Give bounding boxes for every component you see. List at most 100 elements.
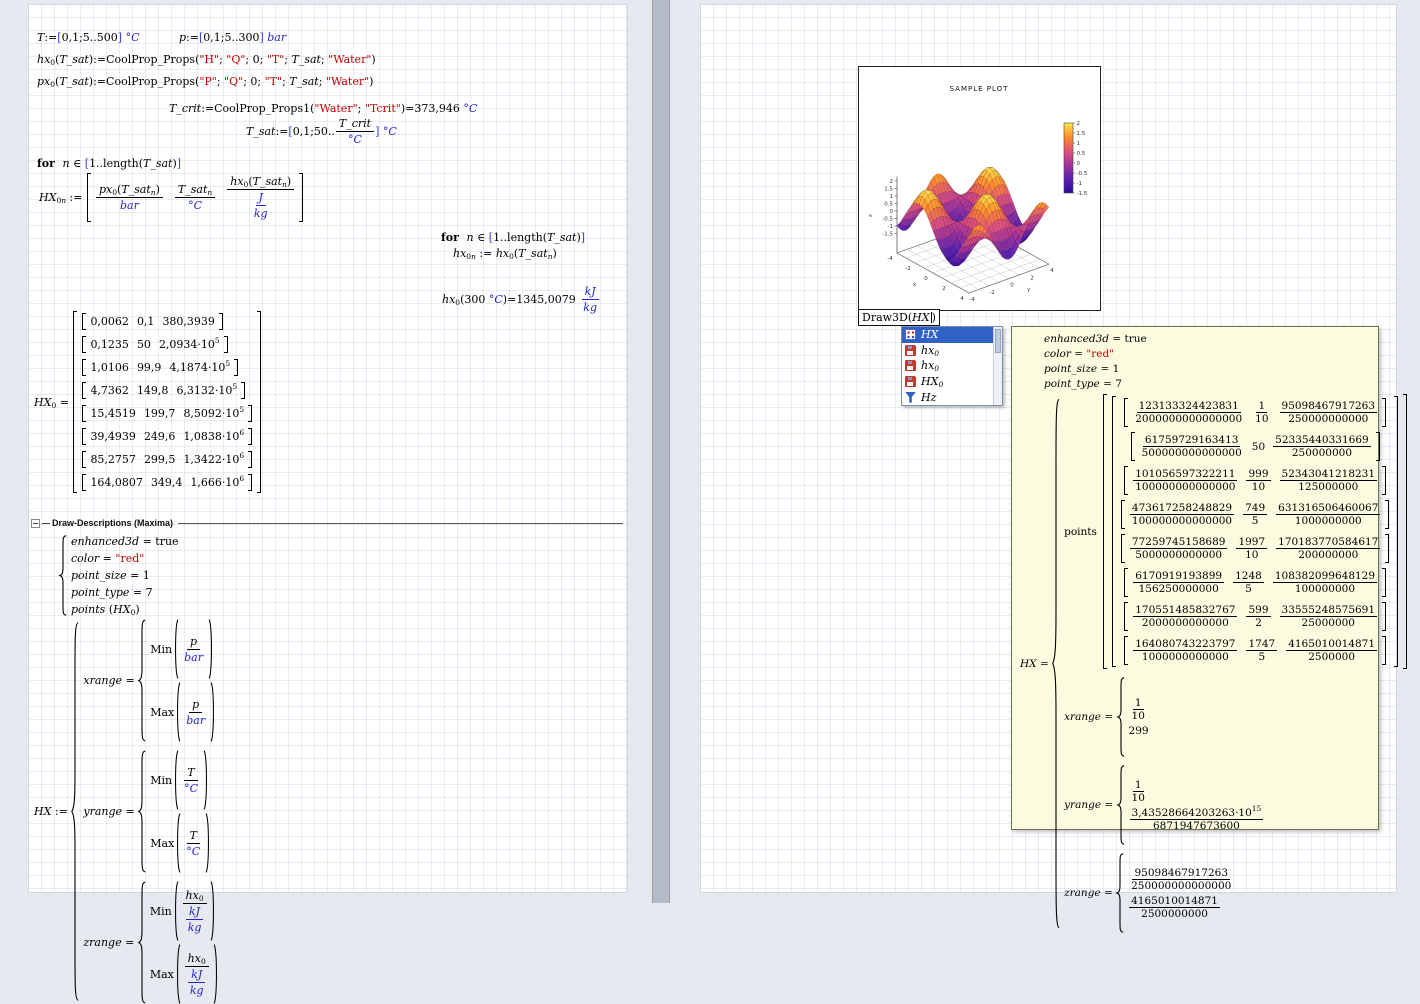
math-token: CoolProp_Props1 bbox=[214, 102, 310, 115]
collapse-toggle-icon[interactable] bbox=[31, 519, 40, 528]
expr-p-range-definition[interactable]: p:=[0,1;5..300] bar bbox=[179, 31, 286, 44]
math-token: kg bbox=[583, 301, 597, 314]
math-token: ) bbox=[369, 75, 373, 88]
math-token: hx bbox=[496, 247, 509, 260]
math-token: 2 bbox=[1255, 617, 1262, 629]
expr-for-loop-1[interactable]: for n ∈ [1..length(T_sat)] bbox=[37, 157, 181, 170]
math-token: 0,1;5..500 bbox=[62, 31, 118, 44]
math-token: °C bbox=[186, 845, 200, 858]
math-token: kg bbox=[190, 984, 204, 997]
math-token: 101056597322211 bbox=[1135, 468, 1235, 480]
expr-T-range-definition[interactable]: T:=[0,1;5..500] °C bbox=[37, 31, 139, 44]
autocomplete-item-HX0[interactable]: HX0 bbox=[902, 374, 993, 390]
math-fraction: 12485 bbox=[1233, 570, 1264, 595]
math-token: 10 bbox=[1252, 481, 1265, 493]
scrollbar-thumb[interactable] bbox=[995, 329, 1001, 353]
math-fraction: kJkg bbox=[185, 905, 205, 934]
right-page[interactable]: SAMPLE PLOT21.510.50-0.5-1-1.5z-4-2024x-… bbox=[700, 4, 1397, 893]
math-token: CoolProp_Props bbox=[106, 75, 195, 88]
math-token: 249,6 bbox=[144, 430, 176, 443]
math-token: ∈ bbox=[474, 231, 489, 244]
expr-hx0-function-def[interactable]: hx0(T_sat):=CoolProp_Props("H"; "Q"; 0; … bbox=[37, 53, 376, 66]
expr-hx0-300C-result[interactable]: hx0(300 °C)=1345,0079 kJkg bbox=[442, 285, 601, 314]
expr-hxn-definition[interactable]: hx0n := hx0(T_satn) bbox=[453, 247, 557, 260]
math-fraction: 110 bbox=[1130, 697, 1147, 722]
math-token: hx bbox=[442, 293, 455, 306]
svg-text:2: 2 bbox=[942, 286, 946, 292]
math-token: color bbox=[71, 552, 99, 565]
expr-HX-range-definition[interactable]: HX := xrange = MinpbarMaxpbaryrange = Mi… bbox=[34, 619, 220, 1004]
math-token: 6 bbox=[239, 428, 244, 437]
math-token: HX bbox=[34, 396, 51, 409]
math-paren-group: pbar bbox=[175, 682, 216, 742]
math-token: 1248 bbox=[1235, 570, 1262, 582]
math-fraction: pbar bbox=[181, 635, 206, 664]
expr-for-loop-2[interactable]: for n ∈ [1..length(T_sat)] bbox=[441, 231, 585, 244]
math-token: ) bbox=[932, 311, 936, 324]
math-token: ) bbox=[287, 175, 291, 188]
math-token: = bbox=[1100, 378, 1115, 390]
math-token: 100000000000000 bbox=[1132, 515, 1232, 527]
scrollbar-track[interactable] bbox=[993, 327, 1002, 405]
svg-text:SAMPLE PLOT: SAMPLE PLOT bbox=[950, 85, 1009, 93]
math-token: color bbox=[1044, 348, 1071, 360]
svg-text:-1: -1 bbox=[1077, 181, 1082, 187]
math-fraction: 1640807432237971000000000000 bbox=[1133, 638, 1237, 663]
math-token: 599 bbox=[1248, 604, 1268, 616]
expr-tcrit-definition[interactable]: T_crit:=CoolProp_Props1("Water"; "Tcrit"… bbox=[169, 102, 477, 115]
math-paren-group: hx0kJkg bbox=[175, 944, 219, 1004]
math-token: point_size bbox=[1044, 363, 1097, 375]
math-token: "T" bbox=[267, 53, 284, 66]
draw3d-formula[interactable]: Draw3D(HX) bbox=[858, 309, 940, 326]
math-token: = bbox=[1101, 711, 1116, 723]
autocomplete-item-subscript: 0 bbox=[934, 364, 939, 373]
autocomplete-item-hx0[interactable]: hx0 bbox=[902, 358, 993, 374]
autocomplete-item-hx0[interactable]: hx0 bbox=[902, 343, 993, 359]
math-matrix-bracket: 1705514858327672000000000000599233555248… bbox=[1124, 602, 1386, 631]
math-token: 50 bbox=[1252, 441, 1265, 453]
svg-text:2: 2 bbox=[890, 179, 894, 185]
math-token: n bbox=[61, 196, 66, 205]
math-token: points bbox=[71, 603, 109, 616]
math-token: 95098467917263 bbox=[1134, 867, 1228, 879]
math-token: 380,3939 bbox=[162, 315, 215, 328]
math-token: 7 bbox=[146, 586, 153, 599]
save-icon bbox=[905, 376, 916, 387]
math-token: = bbox=[122, 805, 138, 818]
left-brace bbox=[138, 881, 146, 1004]
math-fraction: 41650100148712500000 bbox=[1286, 638, 1377, 663]
math-row: Minhx0kJkg bbox=[150, 881, 218, 941]
math-token: 250000000000000 bbox=[1131, 880, 1231, 892]
autocomplete-item-HX[interactable]: HX bbox=[902, 327, 993, 343]
expr-px0-function-def[interactable]: px0(T_sat):=CoolProp_Props("P"; "Q"; 0; … bbox=[37, 75, 373, 88]
math-token: 52343041218231 bbox=[1282, 468, 1376, 480]
math-token: 1747 bbox=[1248, 638, 1275, 650]
math-token: = bbox=[139, 535, 155, 548]
expr-draw-description-block[interactable]: enhanced3d = truecolor = "red"point_size… bbox=[59, 535, 179, 616]
math-token: enhanced3d bbox=[71, 535, 139, 548]
autocomplete-item-label: HX bbox=[921, 375, 938, 388]
math-token: 200000000 bbox=[1298, 549, 1358, 561]
math-token: 0,1235 bbox=[90, 338, 129, 351]
math-token: J bbox=[259, 191, 263, 204]
math-row: 1231333244238312000000000000000110950984… bbox=[1132, 400, 1378, 425]
math-token: 52335440331669 bbox=[1275, 434, 1369, 446]
math-token: HX bbox=[113, 603, 130, 616]
unit-icon bbox=[905, 392, 916, 403]
expr-tsat-definition[interactable]: T_sat:=[0,1;50..T_crit°C] °C bbox=[246, 117, 397, 146]
math-row: 85,2757299,51,3422·106 bbox=[90, 453, 244, 466]
math-row: Draw3D(HX) bbox=[862, 311, 936, 324]
math-token: kJ bbox=[189, 905, 200, 918]
math-token: = bbox=[1101, 887, 1116, 899]
math-fraction: pbar bbox=[183, 698, 208, 727]
left-page[interactable]: T:=[0,1;5..500] °C p:=[0,1;5..300] bar h… bbox=[28, 4, 628, 893]
math-row: color = "red" bbox=[1044, 348, 1114, 360]
math-token: 5 bbox=[225, 359, 230, 368]
expr-HX0-matrix-result[interactable]: HX0 = 0,00620,1380,39390,1235502,0934·10… bbox=[34, 311, 262, 493]
math-token: n bbox=[63, 157, 70, 170]
expr-HX0-row-definition[interactable]: HX0n := px0(T_satn)barT_satn°Chx0(T_satn… bbox=[39, 173, 304, 222]
math-matrix-bracket: 6170919193899156250000000124851083820996… bbox=[1124, 568, 1386, 597]
math-row: 1705514858327672000000000000599233555248… bbox=[1132, 604, 1378, 629]
autocomplete-item-Hz[interactable]: Hz bbox=[902, 389, 993, 405]
plot3d-region[interactable]: SAMPLE PLOT21.510.50-0.5-1-1.5z-4-2024x-… bbox=[858, 66, 1101, 311]
